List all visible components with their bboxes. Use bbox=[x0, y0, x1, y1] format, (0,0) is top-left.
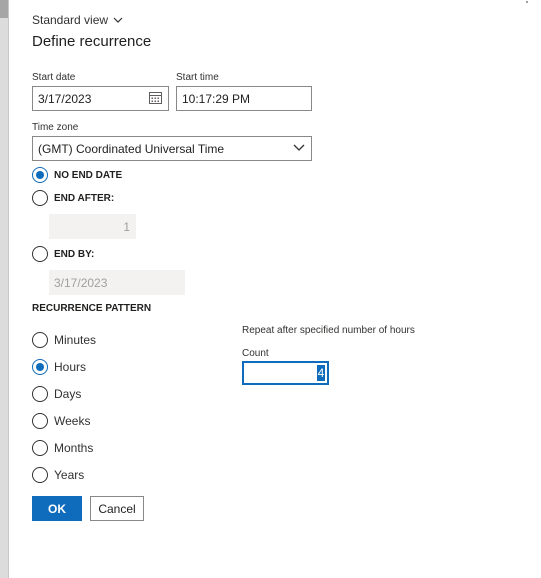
more-options-icon[interactable] bbox=[523, 0, 531, 7]
pattern-radio-weeks[interactable] bbox=[32, 413, 48, 429]
pattern-label-months: Months bbox=[54, 441, 94, 455]
end-by-date-field[interactable]: 3/17/2023 bbox=[49, 270, 185, 295]
ok-button[interactable]: OK bbox=[32, 496, 82, 521]
time-zone-label: Time zone bbox=[32, 122, 79, 133]
count-value: 4 bbox=[317, 365, 325, 381]
end-by-radio[interactable] bbox=[32, 246, 48, 262]
start-date-label: Start date bbox=[32, 72, 76, 83]
pattern-radio-days[interactable] bbox=[32, 386, 48, 402]
start-date-field[interactable]: 3/17/2023 bbox=[32, 86, 169, 111]
pattern-label-weeks: Weeks bbox=[54, 414, 91, 428]
page-title: Define recurrence bbox=[32, 33, 152, 50]
pattern-option-hours[interactable]: Hours bbox=[32, 359, 86, 375]
pattern-label-years: Years bbox=[54, 468, 85, 482]
pattern-radio-minutes[interactable] bbox=[32, 332, 48, 348]
pattern-radio-months[interactable] bbox=[32, 440, 48, 456]
chevron-down-icon bbox=[293, 144, 305, 151]
end-after-radio[interactable] bbox=[32, 190, 48, 206]
end-by-value: 3/17/2023 bbox=[54, 275, 108, 290]
pattern-label-hours: Hours bbox=[54, 360, 87, 374]
end-by-label: END BY: bbox=[54, 248, 95, 260]
pattern-radio-hours[interactable] bbox=[32, 359, 48, 375]
end-by-option[interactable]: END BY: bbox=[32, 246, 94, 262]
calendar-icon[interactable] bbox=[149, 92, 162, 104]
end-after-option[interactable]: END AFTER: bbox=[32, 190, 114, 206]
start-time-label: Start time bbox=[176, 72, 219, 83]
pattern-radio-years[interactable] bbox=[32, 467, 48, 483]
time-zone-value: (GMT) Coordinated Universal Time bbox=[38, 141, 225, 156]
repeat-hint: Repeat after specified number of hours bbox=[242, 325, 415, 336]
no-end-date-radio[interactable] bbox=[32, 167, 48, 183]
view-selector-label: Standard view bbox=[32, 13, 109, 27]
count-input[interactable]: 4 bbox=[242, 361, 329, 385]
pattern-label-days: Days bbox=[54, 387, 82, 401]
no-end-date-label: NO END DATE bbox=[54, 169, 123, 181]
side-panel-edge bbox=[0, 0, 9, 578]
no-end-date-option[interactable]: NO END DATE bbox=[32, 167, 122, 183]
pattern-option-weeks[interactable]: Weeks bbox=[32, 413, 90, 429]
pattern-option-years[interactable]: Years bbox=[32, 467, 84, 483]
recurrence-pattern-heading: RECURRENCE PATTERN bbox=[32, 303, 152, 314]
start-time-value: 10:17:29 PM bbox=[182, 91, 251, 106]
time-zone-select[interactable]: (GMT) Coordinated Universal Time bbox=[32, 136, 312, 161]
side-panel-marker bbox=[0, 0, 8, 18]
view-selector[interactable]: Standard view bbox=[32, 13, 123, 27]
end-after-occurrences-field[interactable]: 1 bbox=[49, 214, 136, 239]
end-after-value: 1 bbox=[123, 219, 130, 234]
start-time-field[interactable]: 10:17:29 PM bbox=[176, 86, 312, 111]
pattern-option-months[interactable]: Months bbox=[32, 440, 93, 456]
end-after-label: END AFTER: bbox=[54, 192, 115, 204]
count-label: Count bbox=[242, 348, 269, 359]
pattern-label-minutes: Minutes bbox=[54, 333, 97, 347]
pattern-option-days[interactable]: Days bbox=[32, 386, 81, 402]
chevron-down-icon bbox=[113, 17, 123, 23]
cancel-button[interactable]: Cancel bbox=[90, 496, 144, 521]
pattern-option-minutes[interactable]: Minutes bbox=[32, 332, 96, 348]
start-date-value: 3/17/2023 bbox=[38, 91, 92, 106]
